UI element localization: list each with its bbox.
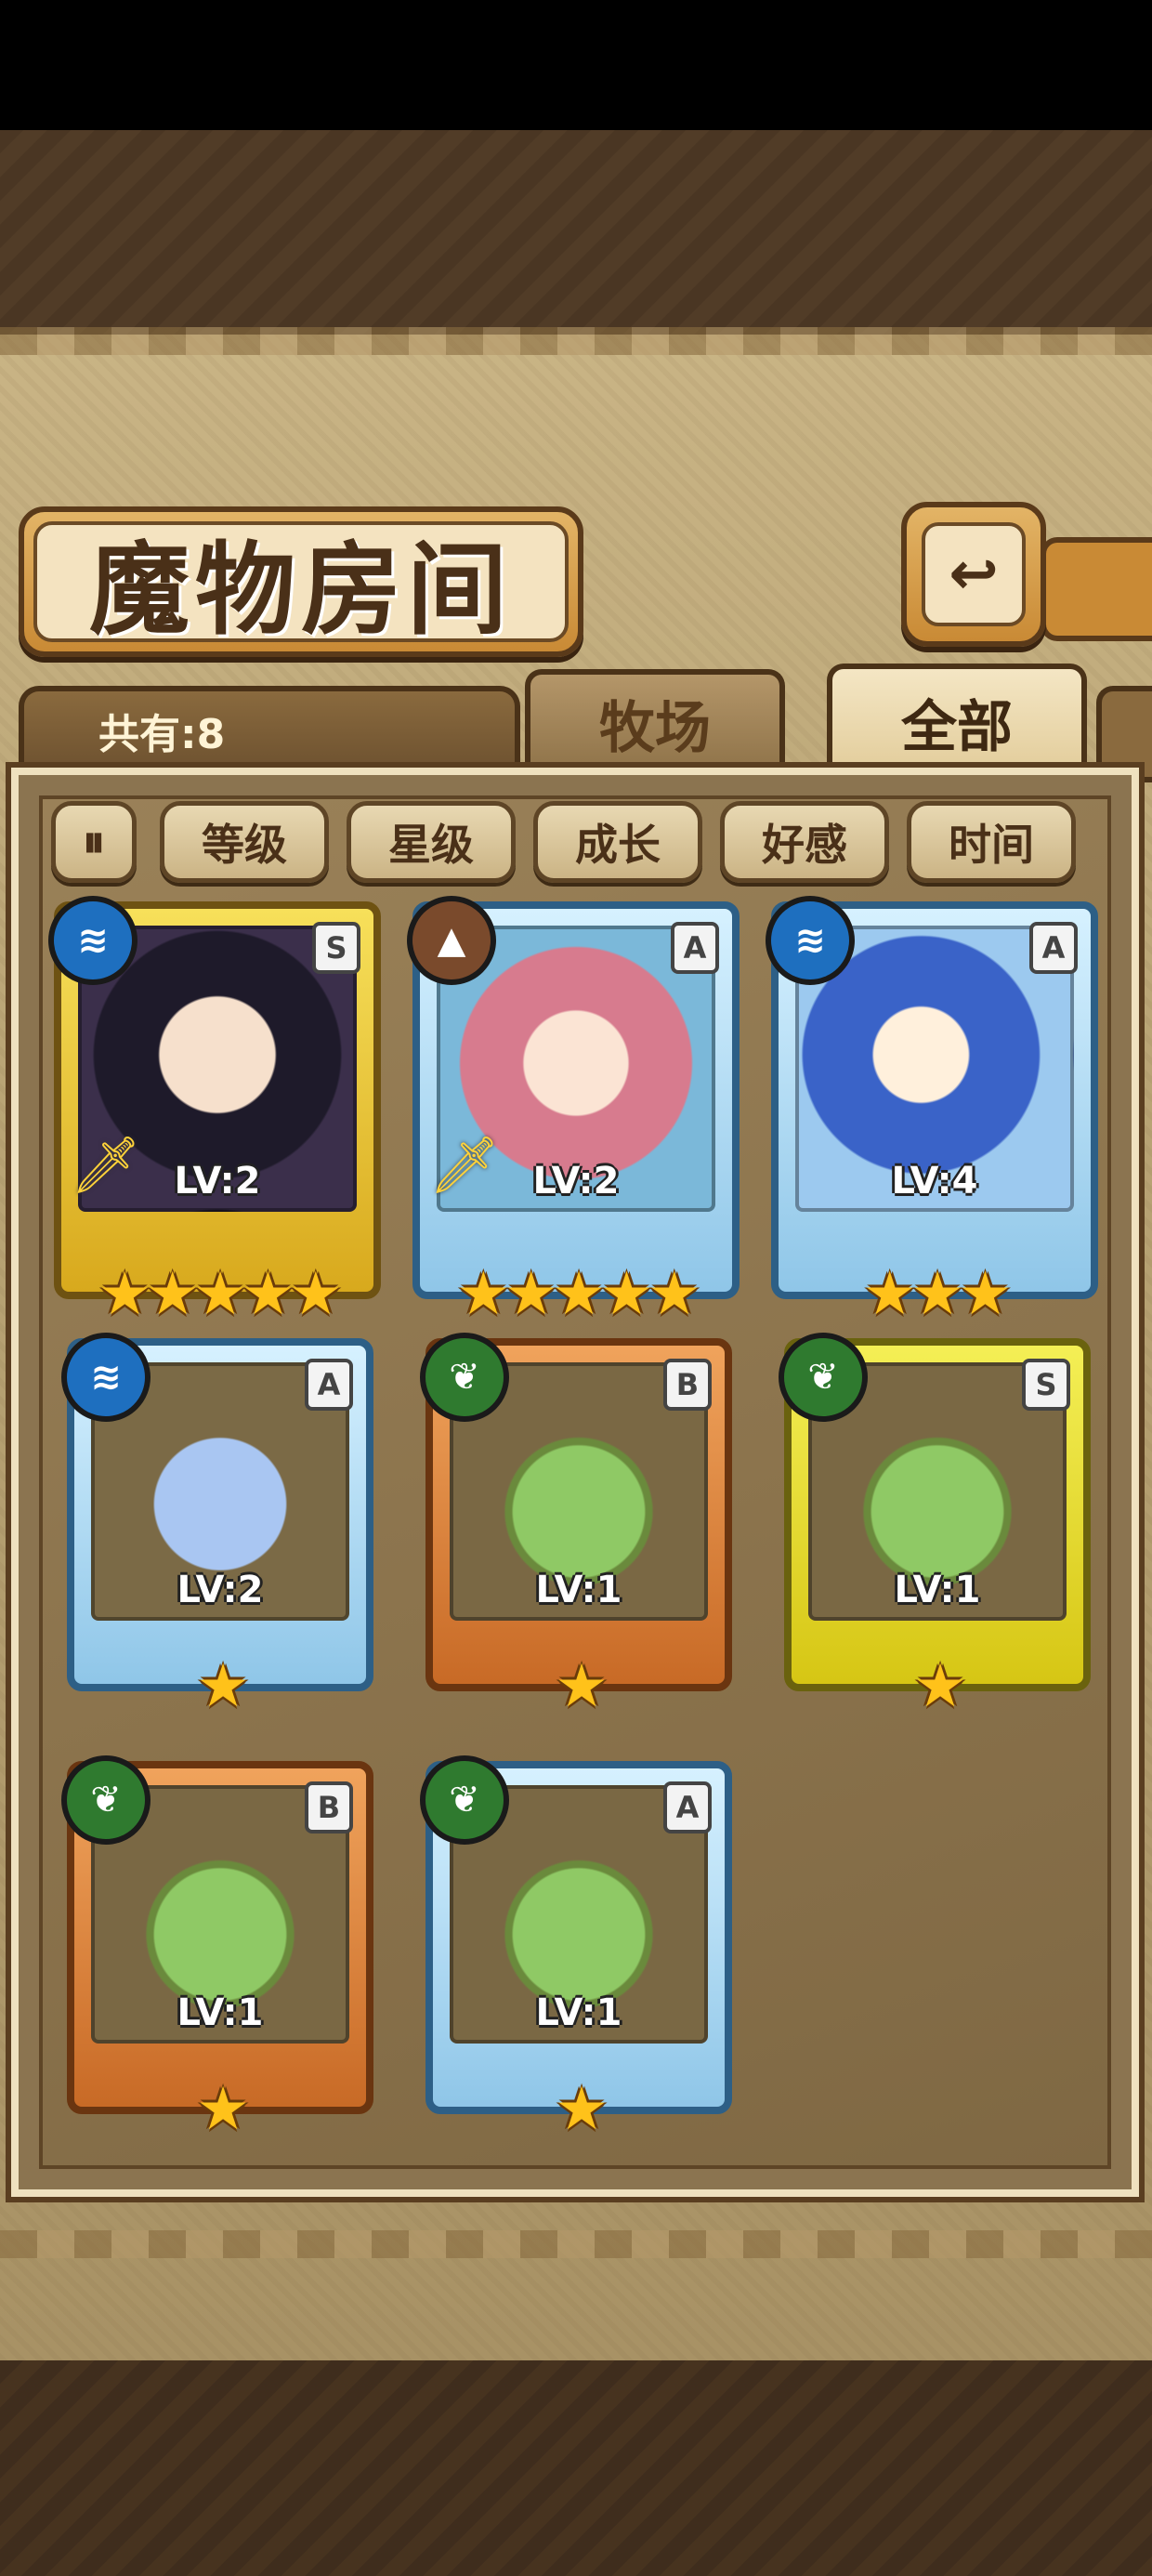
tab-all-label: 全部 xyxy=(901,694,1013,760)
rank-badge: A xyxy=(1029,922,1078,974)
water-icon: ≋ xyxy=(48,896,137,985)
monster-card[interactable]: ▲ A 🗡 LV:2 ★★★★★ xyxy=(407,896,740,1329)
filter-time-label: 时间 xyxy=(949,820,1034,870)
monster-card[interactable]: ≋ A LV:4 ★★★ xyxy=(766,896,1098,1329)
monster-level: LV:2 xyxy=(177,1569,264,1611)
back-button[interactable]: ↩ xyxy=(901,502,1046,647)
filter-level-label: 等级 xyxy=(202,820,287,870)
star-rating: ★ xyxy=(555,1652,608,1721)
star-rating: ★ xyxy=(913,1652,966,1721)
filter-time-button[interactable]: 时间 xyxy=(907,801,1076,883)
status-bar xyxy=(0,0,1152,130)
star-rating: ★ xyxy=(555,2075,608,2144)
title-plate-inner: 魔物房间 xyxy=(33,521,569,649)
star-rating: ★ xyxy=(196,1652,249,1721)
rank-badge: A xyxy=(671,922,719,974)
page-title: 魔物房间 xyxy=(88,532,513,649)
star-rating: ★★★★★ xyxy=(98,1260,343,1329)
monster-level: LV:1 xyxy=(894,1569,981,1611)
grass-icon: ❦ xyxy=(420,1333,509,1422)
monster-level: LV:1 xyxy=(177,1991,264,2034)
monster-level: LV:2 xyxy=(174,1160,261,1203)
monster-card[interactable]: ❦ S LV:1 ★ xyxy=(779,1333,1091,1721)
rank-badge: A xyxy=(663,1781,712,1833)
star-rating: ★★★ xyxy=(862,1260,1012,1329)
rank-badge: S xyxy=(312,922,360,974)
header-rail xyxy=(1041,537,1152,641)
monster-card[interactable]: ≋ A LV:2 ★ xyxy=(61,1333,373,1721)
earth-icon: ▲ xyxy=(407,896,496,985)
title-plate: 魔物房间 xyxy=(19,506,583,657)
star-rating: ★★★★★ xyxy=(456,1260,701,1329)
monster-card[interactable]: ❦ B LV:1 ★ xyxy=(420,1333,732,1721)
water-icon: ≋ xyxy=(61,1333,151,1422)
tab-all[interactable]: 全部 xyxy=(827,664,1087,775)
filter-level-button[interactable]: 等级 xyxy=(160,801,329,883)
rank-badge: B xyxy=(663,1359,712,1411)
count-tab: 共有:8 xyxy=(19,686,520,769)
rank-badge: S xyxy=(1022,1359,1070,1411)
parchment-edge-top xyxy=(0,327,1152,355)
star-rating: ★ xyxy=(196,2075,249,2144)
filter-star-label: 星级 xyxy=(388,820,474,870)
parchment-edge-bottom xyxy=(0,2230,1152,2258)
monster-level: LV:2 xyxy=(532,1160,620,1203)
filter-growth-label: 成长 xyxy=(575,820,661,870)
grass-icon: ❦ xyxy=(779,1333,868,1422)
background-map-top xyxy=(0,130,1152,335)
pause-sort-icon: ⏸ xyxy=(82,815,105,868)
rank-badge: B xyxy=(305,1781,353,1833)
filter-affection-button[interactable]: 好感 xyxy=(720,801,889,883)
filter-growth-button[interactable]: 成长 xyxy=(533,801,702,883)
grass-icon: ❦ xyxy=(61,1755,151,1845)
rank-badge: A xyxy=(305,1359,353,1411)
filter-star-button[interactable]: 星级 xyxy=(347,801,516,883)
monster-card[interactable]: ❦ B LV:1 ★ xyxy=(61,1755,373,2144)
water-icon: ≋ xyxy=(766,896,855,985)
monster-level: LV:4 xyxy=(891,1160,978,1203)
background-map-bottom xyxy=(0,2360,1152,2576)
tab-pasture[interactable]: 牧场 xyxy=(525,669,785,771)
monster-level: LV:1 xyxy=(535,1991,622,2034)
monster-card[interactable]: ≋ S 🗡 LV:2 ★★★★★ xyxy=(48,896,381,1329)
sort-toggle-button[interactable]: ⏸ xyxy=(51,801,137,883)
return-icon: ↩ xyxy=(922,522,1026,626)
filter-affection-label: 好感 xyxy=(762,820,847,870)
monster-count: 共有:8 xyxy=(98,711,226,758)
monster-level: LV:1 xyxy=(535,1569,622,1611)
monster-card[interactable]: ❦ A LV:1 ★ xyxy=(420,1755,732,2144)
tab-pasture-label: 牧场 xyxy=(599,695,711,761)
grass-icon: ❦ xyxy=(420,1755,509,1845)
